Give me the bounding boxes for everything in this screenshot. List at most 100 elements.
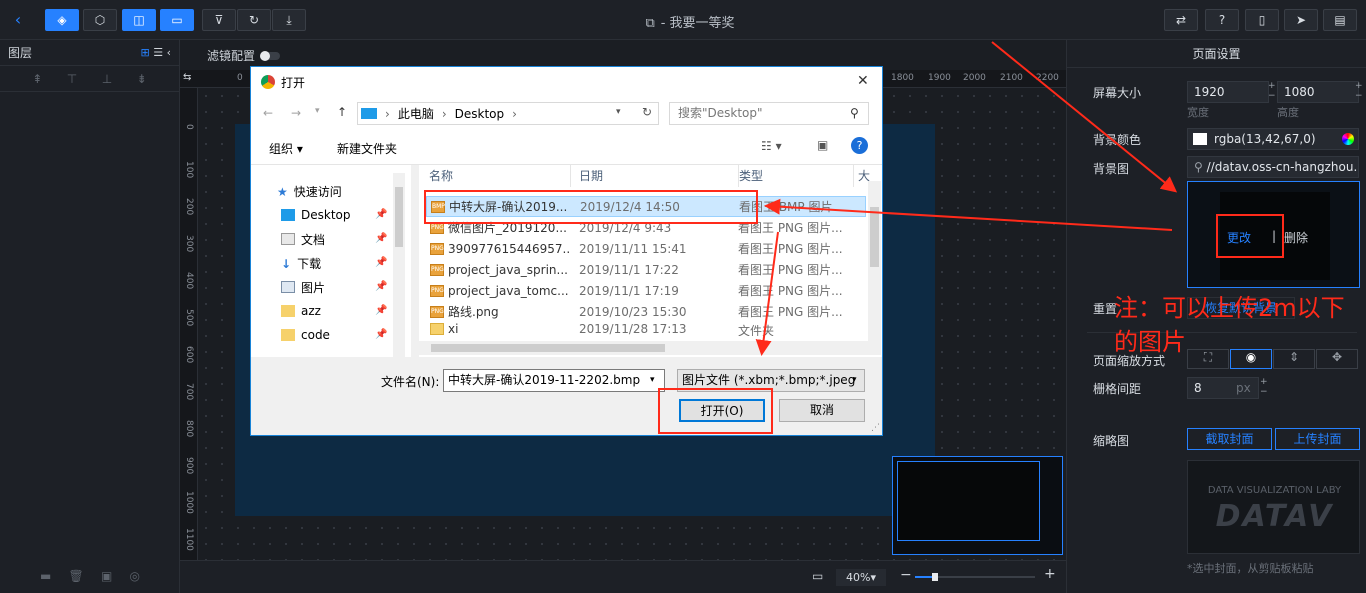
nav-scroll-thumb[interactable] xyxy=(395,187,403,247)
nav-item-azz[interactable]: azz xyxy=(281,301,321,321)
capture-cover-button[interactable]: 截取封面 xyxy=(1187,428,1272,450)
breadcrumb-desktop[interactable]: Desktop xyxy=(455,107,505,121)
preview-icon[interactable]: ▯ xyxy=(1245,9,1279,31)
organize-button[interactable]: 组织 ▾ xyxy=(269,140,303,157)
list-scroll-thumb[interactable] xyxy=(870,207,879,267)
refresh-icon[interactable]: ↻ xyxy=(237,9,271,31)
hide-icon[interactable]: ◎ xyxy=(129,569,139,583)
grid-view-icon[interactable]: ⊞ xyxy=(141,46,150,59)
trash-icon[interactable]: 🗑 xyxy=(69,569,84,583)
zoom-select[interactable]: 40%▾ xyxy=(836,569,886,586)
upload-cover-button[interactable]: 上传封面 xyxy=(1275,428,1360,450)
pin-icon[interactable]: 📌 xyxy=(375,329,387,340)
panel-icon[interactable]: ◫ xyxy=(122,9,156,31)
column-header-date[interactable]: 日期 xyxy=(579,165,739,187)
bg-image-preview[interactable]: 更改 | 删除 xyxy=(1187,181,1360,288)
width-stepper[interactable]: + − xyxy=(1268,81,1276,101)
list-hscroll-thumb[interactable] xyxy=(431,344,665,352)
list-view-icon[interactable]: ☰ xyxy=(153,46,163,59)
cover-thumbnail[interactable]: DATA VISUALIZATION LABY DATAV xyxy=(1187,460,1360,554)
component-icon[interactable]: ⬡ xyxy=(83,9,117,31)
filter-toggle[interactable] xyxy=(260,51,280,61)
shortcut-icon[interactable]: ▭ xyxy=(812,569,823,583)
back-arrow-icon[interactable]: ← xyxy=(263,106,273,120)
collapse-icon[interactable]: ‹ xyxy=(167,46,171,59)
nav-item-downloads[interactable]: ↓ 下载 xyxy=(281,253,321,273)
toolbox-icon[interactable]: ▭ xyxy=(160,9,194,31)
view-options-icon[interactable]: ☷ ▾ xyxy=(761,139,782,153)
nav-item-quick-access[interactable]: ★ 快速访问 xyxy=(277,181,342,201)
search-box[interactable]: 搜索"Desktop" ⚲ xyxy=(669,102,869,125)
close-icon[interactable]: ✕ xyxy=(857,73,869,89)
move-up-icon[interactable]: ⊤ xyxy=(67,72,77,86)
layers-icon[interactable]: ◈ xyxy=(45,9,79,31)
file-row[interactable]: PNG 390977615446957... 2019/11/11 15:41 看… xyxy=(426,238,866,259)
file-row[interactable]: xi 2019/11/28 17:13 文件夹 xyxy=(426,322,866,336)
pin-icon[interactable]: 📌 xyxy=(375,209,387,220)
ruler-corner-icon[interactable]: ⇆ xyxy=(183,72,191,83)
zoom-slider[interactable] xyxy=(915,573,1035,581)
back-icon[interactable]: ‹ xyxy=(8,10,28,30)
lock-icon[interactable]: ▣ xyxy=(101,569,112,583)
nav-item-code[interactable]: code xyxy=(281,325,330,345)
move-top-icon[interactable]: ⇞ xyxy=(32,72,42,86)
bg-image-url-input[interactable]: ⚲ //datav.oss-cn-hangzhou.a xyxy=(1187,156,1359,178)
list-vertical-scrollbar[interactable] xyxy=(868,181,881,341)
file-row[interactable]: BMP 中转大屏-确认2019... 2019/12/4 14:50 看图王 BM… xyxy=(426,196,866,217)
cancel-button[interactable]: 取消 xyxy=(779,399,865,422)
filter-icon[interactable]: ⊽ xyxy=(202,9,236,31)
height-input[interactable]: 1080 xyxy=(1277,81,1359,103)
pin-icon[interactable]: 📌 xyxy=(375,305,387,316)
nav-item-pictures[interactable]: 图片 xyxy=(281,277,325,297)
preview-pane-icon[interactable]: ▣ xyxy=(817,138,828,152)
filename-input[interactable]: 中转大屏-确认2019-11-2202.bmp ▾ xyxy=(443,369,665,392)
file-row[interactable]: PNG project_java_sprin... 2019/11/1 17:22… xyxy=(426,259,866,280)
settings-icon[interactable]: ▤ xyxy=(1323,9,1357,31)
pin-icon[interactable]: 📌 xyxy=(375,257,387,268)
path-dropdown-icon[interactable]: ▾ xyxy=(616,107,621,117)
path-box[interactable]: › 此电脑 › Desktop › ▾ ↻ xyxy=(357,102,659,125)
up-arrow-icon[interactable]: ↑ xyxy=(337,105,347,119)
nav-scrollbar[interactable] xyxy=(393,173,405,357)
minimap[interactable] xyxy=(892,456,1063,555)
help-icon[interactable]: ? xyxy=(1205,9,1239,31)
list-horizontal-scrollbar[interactable] xyxy=(419,341,881,355)
zoom-slider-handle[interactable] xyxy=(932,573,938,581)
breadcrumb-this-pc[interactable]: 此电脑 xyxy=(398,105,434,122)
minimap-viewport[interactable] xyxy=(897,461,1040,541)
open-button[interactable]: 打开(O) xyxy=(679,399,765,422)
pin-icon[interactable]: 📌 xyxy=(375,233,387,244)
refresh-path-icon[interactable]: ↻ xyxy=(642,105,652,119)
height-stepper[interactable]: + − xyxy=(1355,81,1363,101)
publish-icon[interactable]: ⇄ xyxy=(1164,9,1198,31)
filetype-select[interactable]: 图片文件 (*.xbm;*.bmp;*.jpeg ▾ xyxy=(677,369,865,392)
color-picker-icon[interactable] xyxy=(1342,133,1354,145)
filename-dropdown-icon[interactable]: ▾ xyxy=(650,370,655,391)
change-bg-button[interactable]: 更改 xyxy=(1227,229,1251,246)
zoom-out-icon[interactable]: − xyxy=(900,567,912,583)
recent-dropdown-icon[interactable]: ▾ xyxy=(315,106,320,116)
column-header-type[interactable]: 类型 xyxy=(739,165,854,187)
file-row[interactable]: PNG project_java_tomc... 2019/11/1 17:19 … xyxy=(426,280,866,301)
pin-icon[interactable]: 📌 xyxy=(375,281,387,292)
column-header-name[interactable]: 名称 xyxy=(429,165,571,187)
width-input[interactable]: 1920 xyxy=(1187,81,1269,103)
grid-stepper[interactable]: + − xyxy=(1260,377,1268,397)
filetype-dropdown-icon[interactable]: ▾ xyxy=(852,370,857,391)
move-down-icon[interactable]: ⊥ xyxy=(102,72,112,86)
file-row[interactable]: PNG 路线.png 2019/10/23 15:30 看图王 PNG 图片... xyxy=(426,301,866,322)
send-icon[interactable]: ➤ xyxy=(1284,9,1318,31)
forward-arrow-icon[interactable]: → xyxy=(291,106,301,120)
zoom-in-icon[interactable]: + xyxy=(1044,566,1056,582)
file-row[interactable]: PNG 微信图片_2019120... 2019/12/4 9:43 看图王 PN… xyxy=(426,217,866,238)
delete-bg-button[interactable]: 删除 xyxy=(1284,229,1308,246)
new-folder-button[interactable]: 新建文件夹 xyxy=(337,140,397,157)
folder-icon[interactable]: ▬ xyxy=(40,569,51,583)
help-circle-icon[interactable]: ? xyxy=(851,137,868,154)
nav-item-documents[interactable]: 文档 xyxy=(281,229,325,249)
resize-grip-icon[interactable]: ⋰ xyxy=(871,423,880,433)
move-bottom-icon[interactable]: ⇟ xyxy=(137,72,147,86)
search-icon[interactable]: ⚲ xyxy=(850,103,859,124)
bg-color-input[interactable]: rgba(13,42,67,0) xyxy=(1187,128,1359,150)
grid-spacing-input[interactable]: 8 px xyxy=(1187,377,1259,399)
